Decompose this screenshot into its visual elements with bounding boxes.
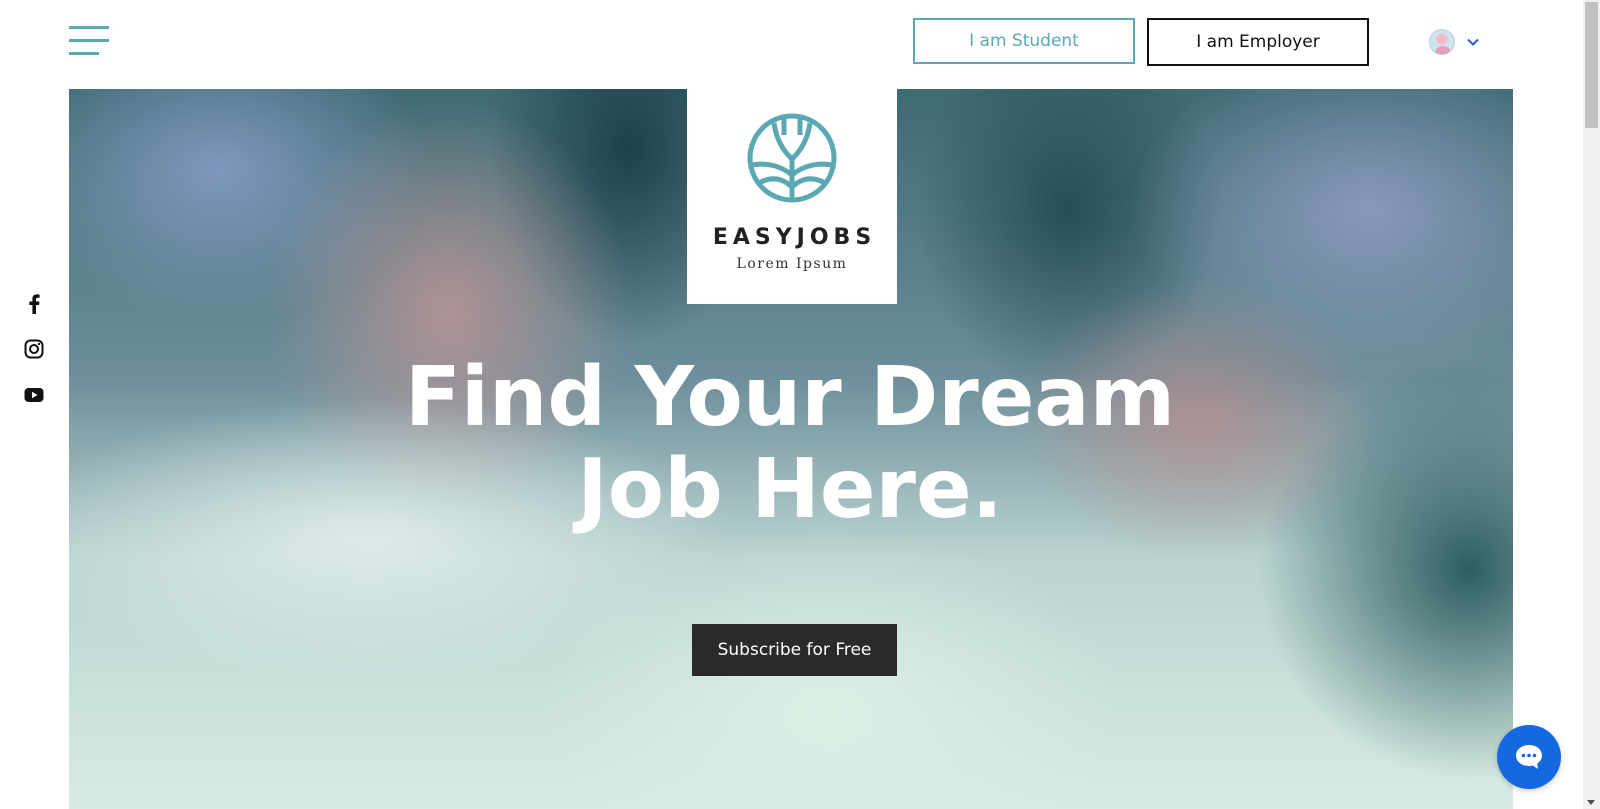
page-scrollbar[interactable] (1583, 0, 1600, 809)
instagram-icon[interactable] (24, 339, 44, 359)
i-am-employer-button[interactable]: I am Employer (1147, 18, 1369, 66)
hero-headline-line2: Job Here. (577, 442, 1003, 537)
subscribe-button[interactable]: Subscribe for Free (692, 624, 897, 676)
avatar (1429, 29, 1455, 55)
i-am-student-button[interactable]: I am Student (913, 18, 1135, 64)
chat-bubble-icon (1516, 745, 1542, 769)
scroll-down-arrow-icon[interactable] (1587, 800, 1595, 805)
youtube-icon[interactable] (24, 385, 44, 405)
menu-hamburger-icon[interactable] (69, 24, 109, 58)
brand-tagline: Lorem Ipsum (736, 256, 848, 272)
account-menu[interactable] (1429, 28, 1489, 56)
hero-headline: Find Your Dream Job Here. (380, 352, 1200, 536)
chat-button[interactable] (1497, 725, 1561, 789)
brand-name: EASYJOBS (712, 225, 877, 250)
logo-card[interactable]: EASYJOBS Lorem Ipsum (687, 89, 897, 304)
easyjobs-logo-icon (747, 113, 837, 203)
scrollbar-thumb[interactable] (1585, 2, 1598, 128)
chevron-down-icon (1467, 38, 1479, 46)
hero-headline-line1: Find Your Dream (404, 350, 1176, 445)
facebook-icon[interactable] (24, 294, 44, 314)
